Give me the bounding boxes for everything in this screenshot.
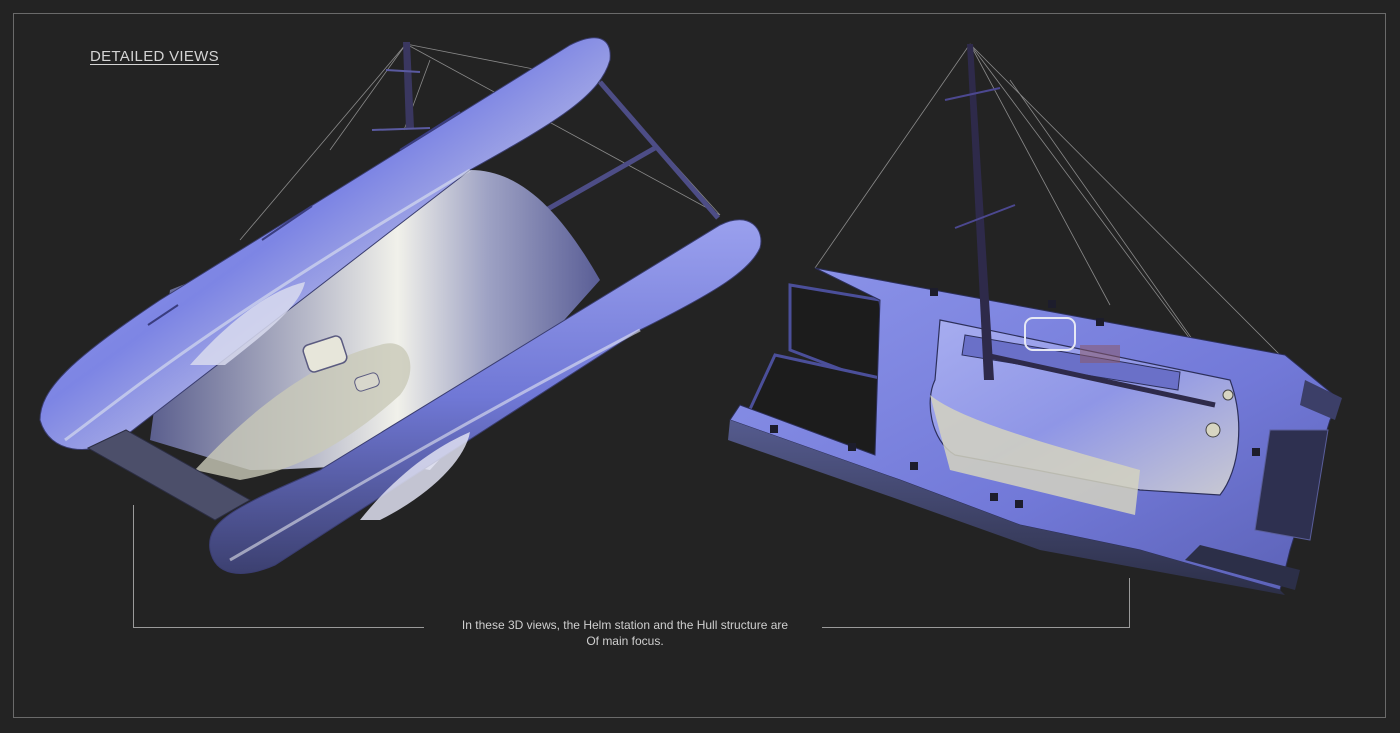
caption-bracket-left — [133, 505, 424, 628]
catamaran-underside-view — [39, 37, 762, 574]
caption: In these 3D views, the Helm station and … — [430, 617, 820, 649]
caption-line-1: In these 3D views, the Helm station and … — [461, 618, 789, 632]
catamaran-deck-view — [728, 43, 1342, 595]
winch-icon — [1205, 422, 1221, 438]
helm-console — [1080, 345, 1120, 363]
mast — [371, 42, 431, 131]
caption-bracket-right — [822, 578, 1130, 628]
caption-line-2: Of main focus. — [586, 634, 664, 648]
